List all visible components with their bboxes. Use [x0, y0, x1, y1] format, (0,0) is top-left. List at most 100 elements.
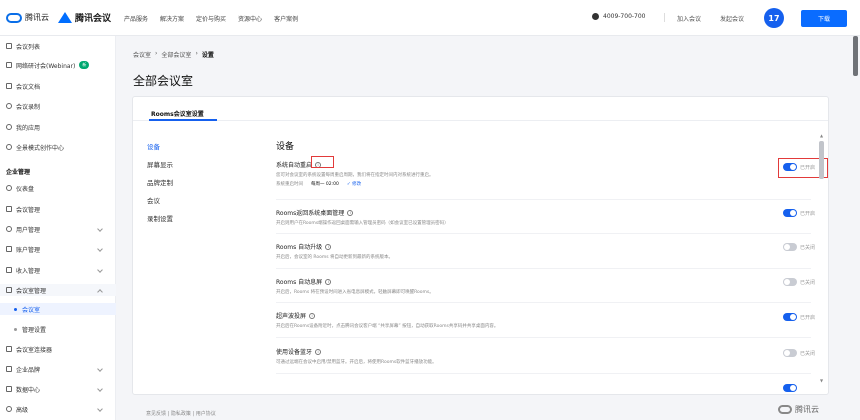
- account-icon: [6, 246, 12, 252]
- download-button[interactable]: 下载: [801, 10, 847, 27]
- list-icon: [6, 43, 12, 49]
- breadcrumb-rooms[interactable]: 会议室: [133, 50, 151, 59]
- setting-name: Rooms返回系统桌面管理: [276, 210, 345, 217]
- nav-cases[interactable]: 客户案例: [274, 14, 298, 23]
- breadcrumb-all-rooms[interactable]: 全部会议室: [161, 50, 191, 59]
- dashboard-icon: [6, 185, 12, 191]
- setting-desc: 开启则用户在Rooms端操作返回桌面需输入管理员密码（如会议室已设置管理员密码）: [276, 221, 449, 226]
- toggle-knob: [790, 210, 796, 216]
- divider: [276, 337, 811, 338]
- tab-bar: Rooms会议室设置: [133, 97, 828, 121]
- sidebar-item-accounts[interactable]: 账户管理: [0, 243, 116, 255]
- sidebar: 会议列表 网络研讨会(Webinar) 新 会议文档 会议录制 我的应用 全景模式…: [0, 36, 116, 420]
- left-nav-recording[interactable]: 录制设置: [147, 213, 173, 231]
- chevron-down-icon: [97, 246, 103, 252]
- tab-rooms-settings[interactable]: Rooms会议室设置: [151, 109, 204, 118]
- setting-ultrasonic-share: 超声波投屏 i 开启后在Rooms设备附近时，点击腾讯会议客户端 “共享屏幕” 按…: [276, 311, 806, 329]
- sidebar-item-dashboard[interactable]: 仪表盘: [0, 182, 116, 194]
- document-icon: [6, 83, 12, 89]
- toggle-desktop-mgmt[interactable]: [783, 209, 797, 217]
- sidebar-item-panorama[interactable]: 全景模式创作中心: [0, 141, 116, 153]
- setting-desc: 开启后在Rooms设备附近时，点击腾讯会议客户端 “共享屏幕” 按钮，自动获取R…: [276, 324, 499, 329]
- page-title: 全部会议室: [133, 74, 194, 88]
- advanced-icon: [6, 406, 12, 412]
- divider: [276, 373, 811, 374]
- nav-pricing[interactable]: 定价与购买: [196, 14, 226, 23]
- chevron-down-icon: [97, 267, 103, 273]
- sidebar-item-rooms-mgmt[interactable]: 会议室管理: [0, 284, 116, 296]
- tencent-cloud-logo[interactable]: 腾讯云: [6, 12, 49, 23]
- toggle-next-setting[interactable]: [783, 384, 797, 392]
- top-bar: 腾讯云 腾讯会议 产品服务 解决方案 定价与购买 资源中心 客户案例 4009-…: [0, 0, 860, 36]
- sidebar-item-brand[interactable]: 企业品牌: [0, 363, 116, 375]
- chevron-down-icon: [97, 226, 103, 232]
- edit-restart-time-link[interactable]: ✓ 修改: [347, 181, 361, 187]
- chart-icon: [6, 386, 12, 392]
- sidebar-item-meeting-mgmt[interactable]: 会议管理: [0, 203, 116, 215]
- page-scrollbar[interactable]: [853, 36, 858, 76]
- toggle-knob: [784, 350, 790, 356]
- sidebar-item-documents[interactable]: 会议文档: [0, 80, 116, 92]
- left-nav-device[interactable]: 设备: [147, 141, 173, 159]
- restart-time-label: 系统重启时间: [276, 182, 303, 187]
- join-meeting-link[interactable]: 加入会议: [677, 14, 701, 23]
- new-badge: 新: [79, 61, 90, 69]
- chevron-up-icon: [97, 289, 103, 295]
- info-icon[interactable]: i: [347, 209, 354, 216]
- bullet-icon: [14, 307, 17, 311]
- sidebar-item-meeting-list[interactable]: 会议列表: [0, 40, 116, 52]
- sidebar-subitem-rooms[interactable]: 会议室: [0, 303, 116, 315]
- toggle-auto-sleep[interactable]: [783, 278, 797, 286]
- toggle-state-label: 已关闭: [800, 280, 816, 286]
- info-icon[interactable]: i: [325, 243, 332, 250]
- sidebar-item-webinar[interactable]: 网络研讨会(Webinar) 新: [0, 59, 116, 71]
- left-nav-screen-display[interactable]: 屏幕显示: [147, 159, 173, 177]
- toggle-knob: [784, 279, 790, 285]
- sidebar-item-advanced[interactable]: 高级: [0, 403, 116, 415]
- apps-icon: [6, 124, 12, 130]
- setting-auto-upgrade: Rooms 自动升级 i 开启后，会议室的 Rooms 将自动更新到最新的系统版本…: [276, 242, 806, 260]
- info-icon[interactable]: i: [315, 348, 322, 355]
- tencent-meeting-logo[interactable]: 腾讯会议: [58, 11, 111, 24]
- footer-links[interactable]: 意见反馈 | 隐私政策 | 用户协议: [146, 410, 216, 417]
- brand-icon: [6, 366, 12, 372]
- sidebar-group-title: 企业管理: [6, 169, 31, 176]
- sidebar-item-recording[interactable]: 会议录制: [0, 100, 116, 112]
- toggle-bluetooth[interactable]: [783, 349, 797, 357]
- scroll-up-icon[interactable]: ▲: [820, 133, 823, 138]
- toggle-ultrasonic-share[interactable]: [783, 313, 797, 321]
- tab-active-indicator: [149, 119, 217, 121]
- divider: [276, 233, 811, 234]
- left-nav-meeting[interactable]: 会议: [147, 195, 173, 213]
- scrollbar-thumb[interactable]: [819, 141, 824, 179]
- sidebar-subitem-settings[interactable]: 管理设置: [0, 323, 116, 335]
- setting-name: Rooms 自动升级: [276, 244, 323, 251]
- nav-solutions[interactable]: 解决方案: [160, 14, 184, 23]
- settings-left-nav: 设备 屏幕显示 品牌定制 会议 录制设置: [147, 141, 173, 231]
- chevron-down-icon: [97, 406, 103, 412]
- breadcrumb: 会议室 › 全部会议室 › 设置: [133, 50, 214, 59]
- info-icon[interactable]: i: [325, 278, 332, 285]
- sidebar-item-income[interactable]: 收入管理: [0, 264, 116, 276]
- user-icon: [6, 226, 12, 232]
- left-nav-branding[interactable]: 品牌定制: [147, 177, 173, 195]
- avatar[interactable]: 17: [764, 8, 784, 28]
- breadcrumb-settings: 设置: [201, 52, 214, 59]
- info-icon[interactable]: i: [309, 312, 316, 319]
- host-meeting-link[interactable]: 发起会议: [720, 14, 744, 23]
- scroll-down-icon[interactable]: ▼: [820, 378, 823, 383]
- divider: [276, 199, 811, 200]
- toggle-auto-upgrade[interactable]: [783, 243, 797, 251]
- chevron-down-icon: [97, 366, 103, 372]
- nav-products[interactable]: 产品服务: [124, 14, 148, 23]
- toggle-state-label: 已关闭: [800, 245, 816, 251]
- sidebar-item-connector[interactable]: 会议室连接器: [0, 343, 116, 355]
- sidebar-item-data-center[interactable]: 数据中心: [0, 383, 116, 395]
- inner-scrollbar[interactable]: ▲ ▼: [819, 133, 824, 383]
- footer-logo: 腾讯云: [778, 404, 819, 415]
- room-icon: [6, 287, 12, 293]
- phone-icon: [592, 13, 599, 20]
- nav-resources[interactable]: 资源中心: [238, 14, 262, 23]
- sidebar-item-users[interactable]: 用户管理: [0, 223, 116, 235]
- sidebar-item-my-apps[interactable]: 我的应用: [0, 121, 116, 133]
